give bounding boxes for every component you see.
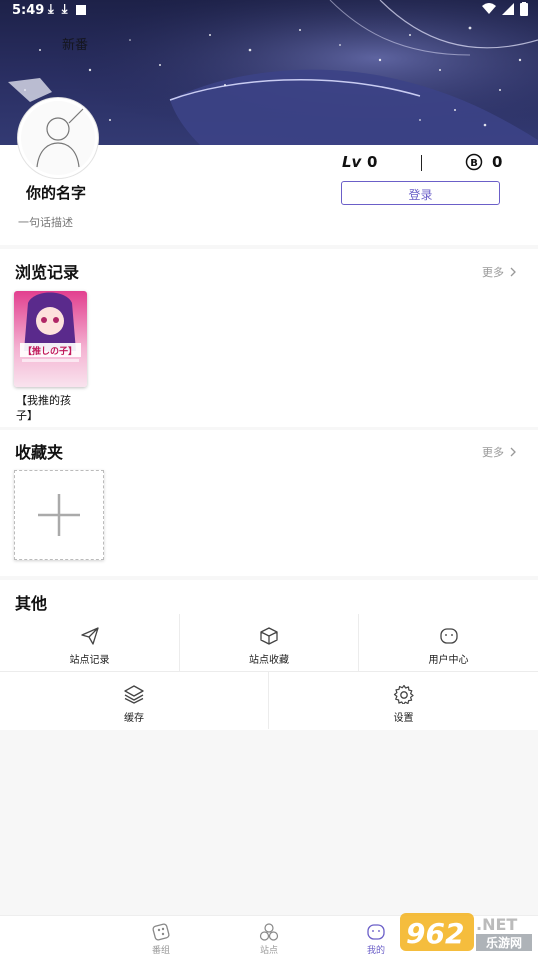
level-label: Lv bbox=[342, 153, 362, 171]
avatar-placeholder-icon bbox=[21, 101, 95, 175]
chevron-right-icon bbox=[510, 267, 516, 277]
add-favorite-folder-button[interactable] bbox=[14, 470, 104, 560]
status-time: 5:49 bbox=[12, 3, 45, 18]
comic-cover: 【推しの子】 bbox=[14, 291, 87, 387]
login-button[interactable]: 登录 bbox=[341, 181, 500, 205]
grid-divider bbox=[0, 671, 538, 672]
status-bar: 5:49 ⤓ ⤓ bbox=[0, 0, 538, 24]
paper-plane-icon bbox=[80, 627, 99, 645]
user-face-icon bbox=[367, 924, 385, 940]
grid-divider bbox=[358, 614, 359, 671]
battery-icon bbox=[520, 2, 528, 16]
box-icon bbox=[260, 627, 278, 645]
notification-icons: ⤓ ⤓ bbox=[48, 2, 86, 17]
username[interactable]: 你的名字 bbox=[26, 182, 86, 203]
grid-divider bbox=[268, 672, 269, 729]
coin-value: 0 bbox=[492, 153, 503, 171]
download-icon: ⤓ bbox=[61, 2, 68, 17]
settings-label: 设置 bbox=[393, 713, 414, 724]
others-title: 其他 bbox=[15, 594, 48, 613]
cache-button[interactable]: 缓存 bbox=[0, 672, 268, 729]
nav-label: 站点 bbox=[259, 946, 278, 956]
history-item-title[interactable]: 【我推的孩子】 bbox=[16, 393, 80, 423]
watermark-name: 乐游网 bbox=[486, 935, 522, 950]
cover-title-text: 【推しの子】 bbox=[23, 345, 77, 357]
nav-tab-programs[interactable]: 番组 bbox=[141, 922, 181, 956]
site-history-button[interactable]: 站点记录 bbox=[0, 614, 179, 671]
more-label: 更多 bbox=[482, 446, 504, 459]
avatar[interactable] bbox=[18, 98, 98, 178]
nav-label: 我的 bbox=[366, 946, 385, 956]
settings-button[interactable]: 设置 bbox=[269, 672, 538, 729]
system-icons bbox=[482, 2, 528, 16]
svg-text:B: B bbox=[470, 158, 478, 169]
nav-label: 番组 bbox=[151, 946, 170, 956]
site-watermark: 962 .NET 乐游网 bbox=[400, 910, 534, 954]
user-face-icon bbox=[439, 628, 458, 644]
watermark-tld: .NET bbox=[476, 915, 517, 934]
favorites-title: 收藏夹 bbox=[15, 443, 64, 462]
level-value: 0 bbox=[367, 153, 378, 171]
plus-icon bbox=[38, 494, 80, 536]
nav-tab-mine[interactable]: 我的 bbox=[356, 922, 396, 956]
circles-icon bbox=[259, 923, 279, 941]
gear-icon bbox=[393, 684, 414, 704]
grid-divider bbox=[179, 614, 180, 671]
stats-divider bbox=[421, 155, 422, 171]
dice-icon bbox=[152, 923, 170, 941]
site-favorites-label: 站点收藏 bbox=[249, 655, 289, 666]
watermark-brand: 962 bbox=[406, 917, 464, 950]
watermark-logo: 962 .NET 乐游网 bbox=[400, 913, 532, 951]
cache-label: 缓存 bbox=[124, 713, 144, 724]
favorites-more-link[interactable]: 更多 bbox=[482, 444, 516, 460]
more-label: 更多 bbox=[482, 266, 504, 279]
banner-title: 新番 bbox=[62, 38, 89, 53]
site-favorites-button[interactable]: 站点收藏 bbox=[180, 614, 358, 671]
history-item-cover[interactable]: 【推しの子】 bbox=[14, 291, 87, 387]
coin-icon: B bbox=[465, 153, 483, 171]
history-more-link[interactable]: 更多 bbox=[482, 264, 516, 280]
wifi-icon bbox=[482, 3, 496, 14]
nav-tab-sites[interactable]: 站点 bbox=[249, 922, 289, 956]
user-center-button[interactable]: 用户中心 bbox=[359, 614, 538, 671]
user-center-label: 用户中心 bbox=[428, 655, 469, 666]
signal-icon bbox=[502, 3, 514, 15]
history-title: 浏览记录 bbox=[15, 263, 80, 282]
app-notification-icon bbox=[75, 5, 86, 15]
chevron-right-icon bbox=[510, 447, 516, 457]
download-icon: ⤓ bbox=[48, 2, 54, 17]
site-history-label: 站点记录 bbox=[69, 655, 110, 666]
bio-text[interactable]: 一句话描述 bbox=[18, 214, 73, 230]
layers-icon bbox=[124, 685, 144, 704]
